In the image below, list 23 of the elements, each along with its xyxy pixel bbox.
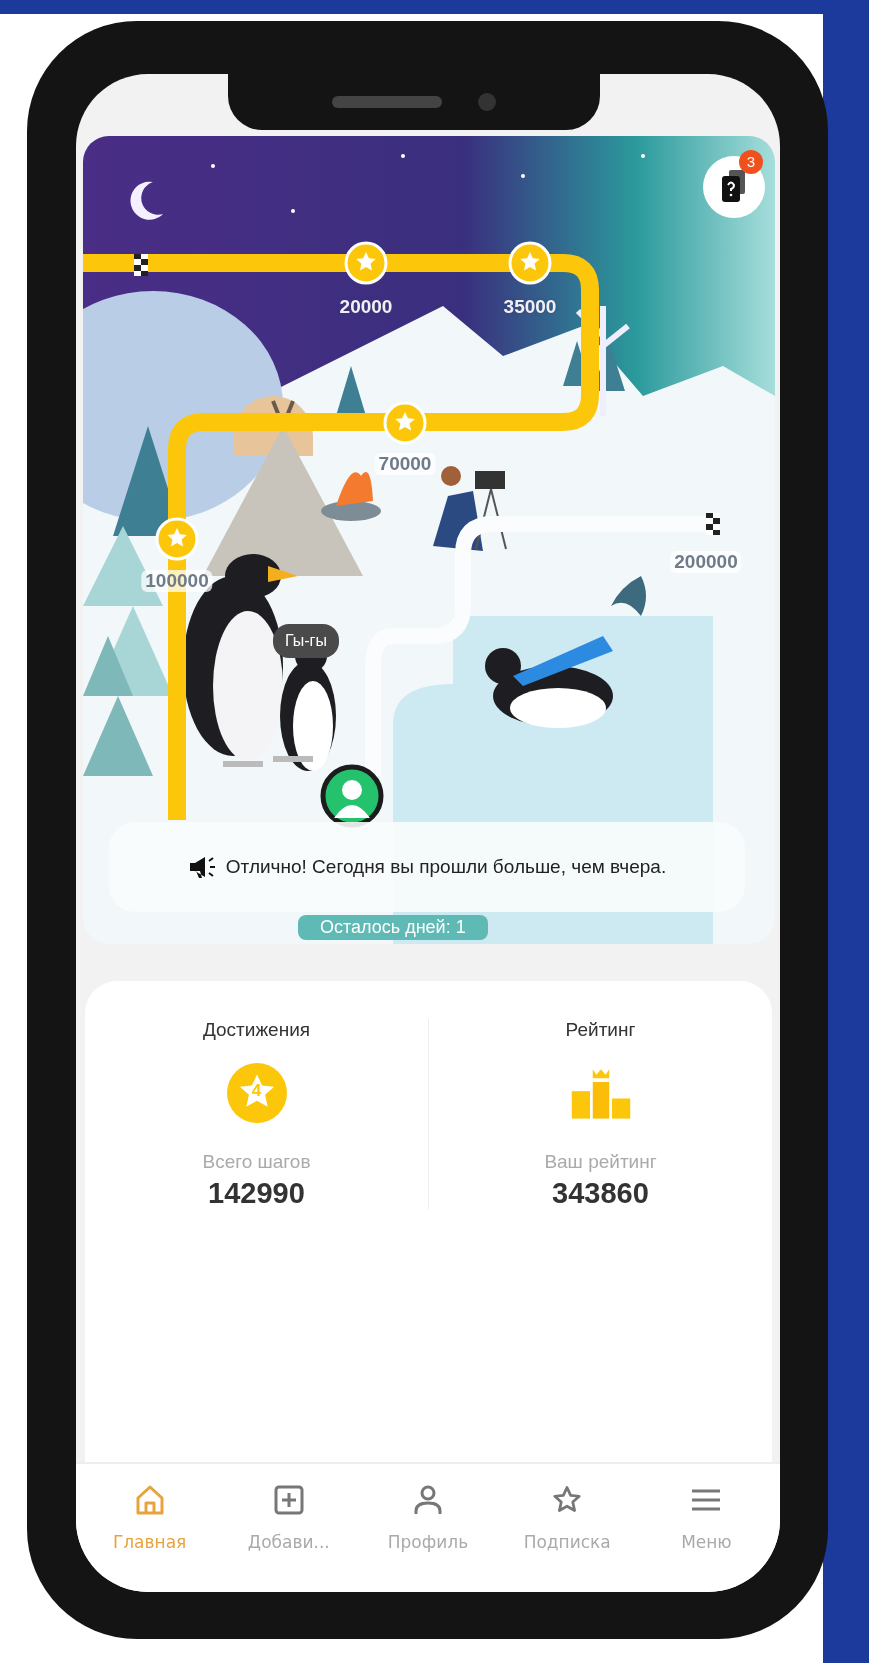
milestone-label: 35000 — [503, 296, 557, 318]
stat-value: 142990 — [208, 1176, 305, 1210]
stat-caption: Ваш рейтинг — [544, 1150, 657, 1173]
days-left-label: Осталось дней: 1 — [298, 915, 488, 940]
nav-tab[interactable]: Подписка — [497, 1464, 637, 1592]
checkered-flag-icon — [706, 513, 720, 535]
moon-icon — [129, 180, 165, 220]
megaphone-icon — [187, 855, 216, 879]
checkered-flag-icon — [134, 254, 148, 276]
milestone-label: 70000 — [374, 453, 436, 475]
speech-bubble: Гы-гы — [273, 624, 339, 658]
stat-caption: Всего шагов — [202, 1150, 311, 1173]
milestone-label: 20000 — [339, 296, 393, 318]
message-text: Отлично! Сегодня вы прошли больше, чем вчера. — [225, 856, 667, 878]
stat-title: Рейтинг — [565, 1018, 636, 1041]
milestone-label: 200000 — [670, 551, 742, 573]
nav-tab[interactable]: Главная — [80, 1464, 220, 1592]
nav-tab[interactable]: Профиль — [358, 1464, 498, 1592]
stat-title: Достижения — [202, 1018, 311, 1041]
nav-tab[interactable]: Меню — [636, 1464, 776, 1592]
milestone-label: 100000 — [141, 570, 213, 592]
stat-value: 343860 — [552, 1176, 649, 1210]
nav-tab[interactable]: Добави... — [219, 1464, 359, 1592]
